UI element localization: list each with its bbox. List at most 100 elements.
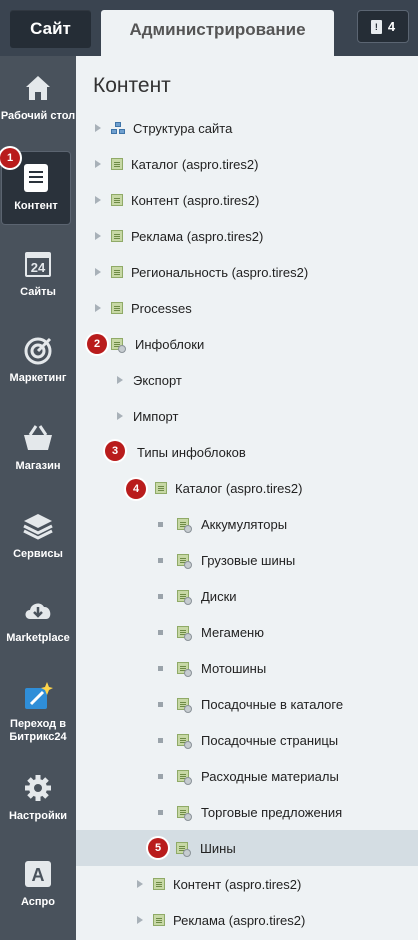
tree-item-content-type[interactable]: Контент (aspro.tires2) — [137, 866, 301, 902]
tree-item-structure[interactable]: Структура сайта — [95, 110, 232, 146]
svg-text:24: 24 — [31, 260, 46, 275]
tree-item-label: Каталог (aspro.tires2) — [175, 480, 303, 496]
tree-item-label: Реклама (aspro.tires2) — [173, 912, 306, 928]
tree-item-import[interactable]: Импорт — [117, 398, 178, 434]
sidebar-item-label: Сервисы — [13, 548, 63, 560]
tree-item-label: Шины — [200, 840, 236, 856]
infoblock-icon — [153, 914, 165, 926]
tree-item-regionality[interactable]: Региональность (aspro.tires2) — [95, 254, 308, 290]
tree-item-label: Контент (aspro.tires2) — [131, 192, 260, 208]
expand-arrow-icon[interactable] — [95, 304, 101, 312]
tree-item-label: Каталог (aspro.tires2) — [131, 156, 259, 172]
infoblock-gear-icon — [111, 338, 126, 353]
tree-item-moto-tires[interactable]: Мотошины — [158, 650, 266, 686]
sidebar-item-label: Аспро — [21, 896, 55, 908]
tab-administration[interactable]: Администрирование — [101, 10, 334, 56]
sidebar-item-label: Рабочий стол — [0, 110, 76, 122]
step-badge-4: 4 — [126, 479, 146, 499]
tree-item-trade-offers[interactable]: Торговые предложения — [158, 794, 342, 830]
tree-item-megamenu[interactable]: Мегаменю — [158, 614, 264, 650]
sidebar-item-label: Магазин — [15, 460, 61, 472]
tree-item-batteries[interactable]: Аккумуляторы — [158, 506, 287, 542]
tree-item-processes[interactable]: Processes — [95, 290, 192, 326]
tree-item-ads[interactable]: Реклама (aspro.tires2) — [95, 218, 263, 254]
bullet-icon — [158, 701, 163, 707]
tree-item-infoblocks[interactable]: Инфоблоки — [111, 326, 204, 362]
cloud-download-icon — [22, 594, 54, 626]
infoblock-gear-icon — [177, 734, 192, 749]
bullet-icon — [158, 593, 163, 599]
expand-arrow-icon[interactable] — [95, 124, 101, 132]
tree-item-label: Структура сайта — [133, 120, 233, 136]
infoblock-icon — [153, 878, 165, 890]
tree-item-infoblock-types[interactable]: Типы инфоблоков — [137, 434, 246, 470]
tree-item-label: Мегаменю — [201, 624, 264, 640]
sidebar-item-label: Сайты — [20, 286, 56, 298]
expand-arrow-icon[interactable] — [95, 268, 101, 276]
bullet-icon — [158, 557, 163, 563]
tree-item-label: Типы инфоблоков — [137, 444, 246, 460]
sidebar-item-services[interactable]: Сервисы — [0, 510, 76, 561]
expand-arrow-icon[interactable] — [95, 160, 101, 168]
step-badge-2: 2 — [87, 334, 107, 354]
notification-count: 4 — [387, 19, 396, 34]
page-title: Контент — [93, 74, 171, 97]
expand-arrow-icon[interactable] — [95, 232, 101, 240]
tree-item-label: Грузовые шины — [201, 552, 296, 568]
sidebar-item-desktop[interactable]: Рабочий стол — [0, 72, 76, 123]
sidebar-item-marketplace[interactable]: Marketplace — [0, 594, 76, 645]
tree-item-ads-type[interactable]: Реклама (aspro.tires2) — [137, 902, 305, 938]
tree-item-landing-pages[interactable]: Посадочные страницы — [158, 722, 338, 758]
sidebar-item-marketing[interactable]: Маркетинг — [0, 334, 76, 385]
infoblock-gear-icon — [177, 770, 192, 785]
sidebar-item-shop[interactable]: Магазин — [0, 422, 76, 473]
bullet-icon — [158, 773, 163, 779]
infoblock-gear-icon — [177, 698, 192, 713]
sidebar-item-aspro[interactable]: A Аспро — [0, 858, 76, 909]
expand-arrow-icon[interactable] — [95, 196, 101, 204]
bullet-icon — [158, 665, 163, 671]
site-structure-icon — [111, 122, 125, 134]
home-icon — [22, 72, 54, 104]
tree-item-label: Processes — [131, 300, 192, 316]
infoblock-gear-icon — [176, 842, 191, 857]
sidebar-item-bitrix24[interactable]: Переход в Битрикс24 — [0, 680, 76, 744]
tree-item-export[interactable]: Экспорт — [117, 362, 182, 398]
basket-icon — [22, 422, 54, 454]
infoblock-icon — [111, 158, 123, 170]
tree-item-consumables[interactable]: Расходные материалы — [158, 758, 339, 794]
infoblock-gear-icon — [177, 518, 192, 533]
step-badge-1: 1 — [0, 148, 20, 168]
sidebar-item-label: Marketplace — [6, 632, 70, 644]
bullet-icon — [158, 737, 163, 743]
tree-item-label: Импорт — [133, 408, 179, 424]
infoblock-gear-icon — [177, 806, 192, 821]
tree-item-tires-selected[interactable]: Шины — [76, 830, 418, 866]
expand-arrow-icon[interactable] — [137, 880, 143, 888]
tree-item-label: Региональность (aspro.tires2) — [131, 264, 309, 280]
infoblock-icon — [111, 266, 123, 278]
svg-text:A: A — [32, 865, 45, 885]
document-icon — [20, 162, 52, 194]
infoblock-gear-icon — [177, 662, 192, 677]
tree-item-label: Расходные материалы — [201, 768, 339, 784]
sidebar-item-sites[interactable]: 24 Сайты — [0, 248, 76, 299]
tree-item-catalog[interactable]: Каталог (aspro.tires2) — [95, 146, 258, 182]
bullet-icon — [158, 629, 163, 635]
expand-arrow-icon[interactable] — [117, 412, 123, 420]
tree-item-catalog-type[interactable]: Каталог (aspro.tires2) — [155, 470, 302, 506]
tree-item-disks[interactable]: Диски — [158, 578, 237, 614]
expand-arrow-icon[interactable] — [117, 376, 123, 384]
sidebar-item-settings[interactable]: Настройки — [0, 772, 76, 823]
tree-item-landing-catalog[interactable]: Посадочные в каталоге — [158, 686, 343, 722]
expand-arrow-icon[interactable] — [137, 916, 143, 924]
tab-site[interactable]: Сайт — [10, 10, 91, 48]
target-icon — [22, 334, 54, 366]
tree-item-truck-tires[interactable]: Грузовые шины — [158, 542, 295, 578]
notifications-button[interactable]: ! 4 — [357, 10, 409, 43]
infoblock-gear-icon — [177, 626, 192, 641]
infoblock-icon — [111, 194, 123, 206]
tree-item-content[interactable]: Контент (aspro.tires2) — [95, 182, 259, 218]
aspro-a-icon: A — [22, 858, 54, 890]
calendar-24-icon: 24 — [22, 248, 54, 280]
